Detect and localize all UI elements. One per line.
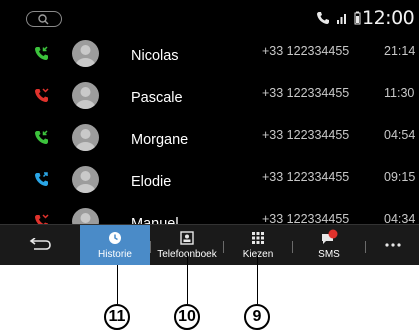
call-row[interactable]: Morgane +33 122334455 04:54 (0, 118, 419, 160)
contact-avatar (72, 40, 99, 67)
phone-screen: 12:00 Nicolas +33 122334455 21:14 Pascal… (0, 0, 419, 265)
phone-number: +33 122334455 (262, 128, 350, 142)
phone-number: +33 122334455 (262, 44, 350, 58)
person-icon (75, 45, 96, 67)
contact-name: Elodie (131, 174, 172, 190)
more-icon (385, 243, 401, 247)
person-icon (75, 171, 96, 193)
callout-line (117, 265, 118, 304)
back-button[interactable] (0, 225, 80, 265)
search-icon (38, 14, 49, 25)
back-icon (29, 238, 51, 250)
clock-icon (109, 232, 121, 244)
keypad-icon (252, 232, 264, 244)
tab-history-label: Historie (98, 249, 132, 260)
call-time: 04:54 (384, 128, 416, 142)
callout-phonebook: 10 (174, 304, 200, 330)
callout-dial: 9 (244, 304, 270, 330)
phone-number: +33 122334455 (262, 170, 350, 184)
callout-history: 11 (104, 304, 130, 330)
missed-call-icon (35, 88, 49, 102)
call-time: 21:14 (384, 44, 416, 58)
contact-name: Morgane (131, 132, 189, 148)
bottom-tab-bar: Historie Telefoonboek Kiezen SMS (0, 224, 419, 265)
phone-number: +33 122334455 (262, 86, 350, 100)
call-time: 09:15 (384, 170, 416, 184)
contact-card-icon (180, 231, 194, 245)
tab-history[interactable]: Historie (80, 225, 150, 265)
battery-icon (354, 11, 361, 25)
call-row[interactable]: Elodie +33 122334455 09:15 (0, 160, 419, 202)
contact-avatar (72, 166, 99, 193)
phone-icon (317, 12, 329, 24)
person-icon (75, 87, 96, 109)
more-button[interactable] (366, 225, 419, 265)
tab-sms[interactable]: SMS (293, 225, 365, 265)
contact-avatar (72, 124, 99, 151)
person-icon (75, 129, 96, 151)
tab-sms-label: SMS (318, 249, 340, 260)
incoming-call-icon (35, 130, 48, 144)
notification-badge (328, 229, 338, 239)
call-time: 11:30 (384, 86, 415, 100)
outgoing-call-icon (35, 172, 48, 186)
incoming-call-icon (35, 46, 48, 60)
tab-dial[interactable]: Kiezen (224, 225, 292, 265)
callout-line (257, 255, 258, 304)
callout-line (187, 255, 188, 304)
contact-avatar (72, 82, 99, 109)
contact-name: Pascale (131, 90, 183, 106)
call-row[interactable]: Nicolas +33 122334455 21:14 (0, 34, 419, 76)
status-bar: 12:00 (0, 0, 419, 34)
search-button[interactable] (26, 11, 62, 27)
contact-name: Nicolas (131, 48, 179, 64)
message-icon (322, 229, 338, 244)
clock: 12:00 (362, 7, 415, 29)
tab-dial-label: Kiezen (242, 249, 274, 260)
call-row[interactable]: Pascale +33 122334455 11:30 (0, 76, 419, 118)
signal-icon (337, 14, 346, 24)
